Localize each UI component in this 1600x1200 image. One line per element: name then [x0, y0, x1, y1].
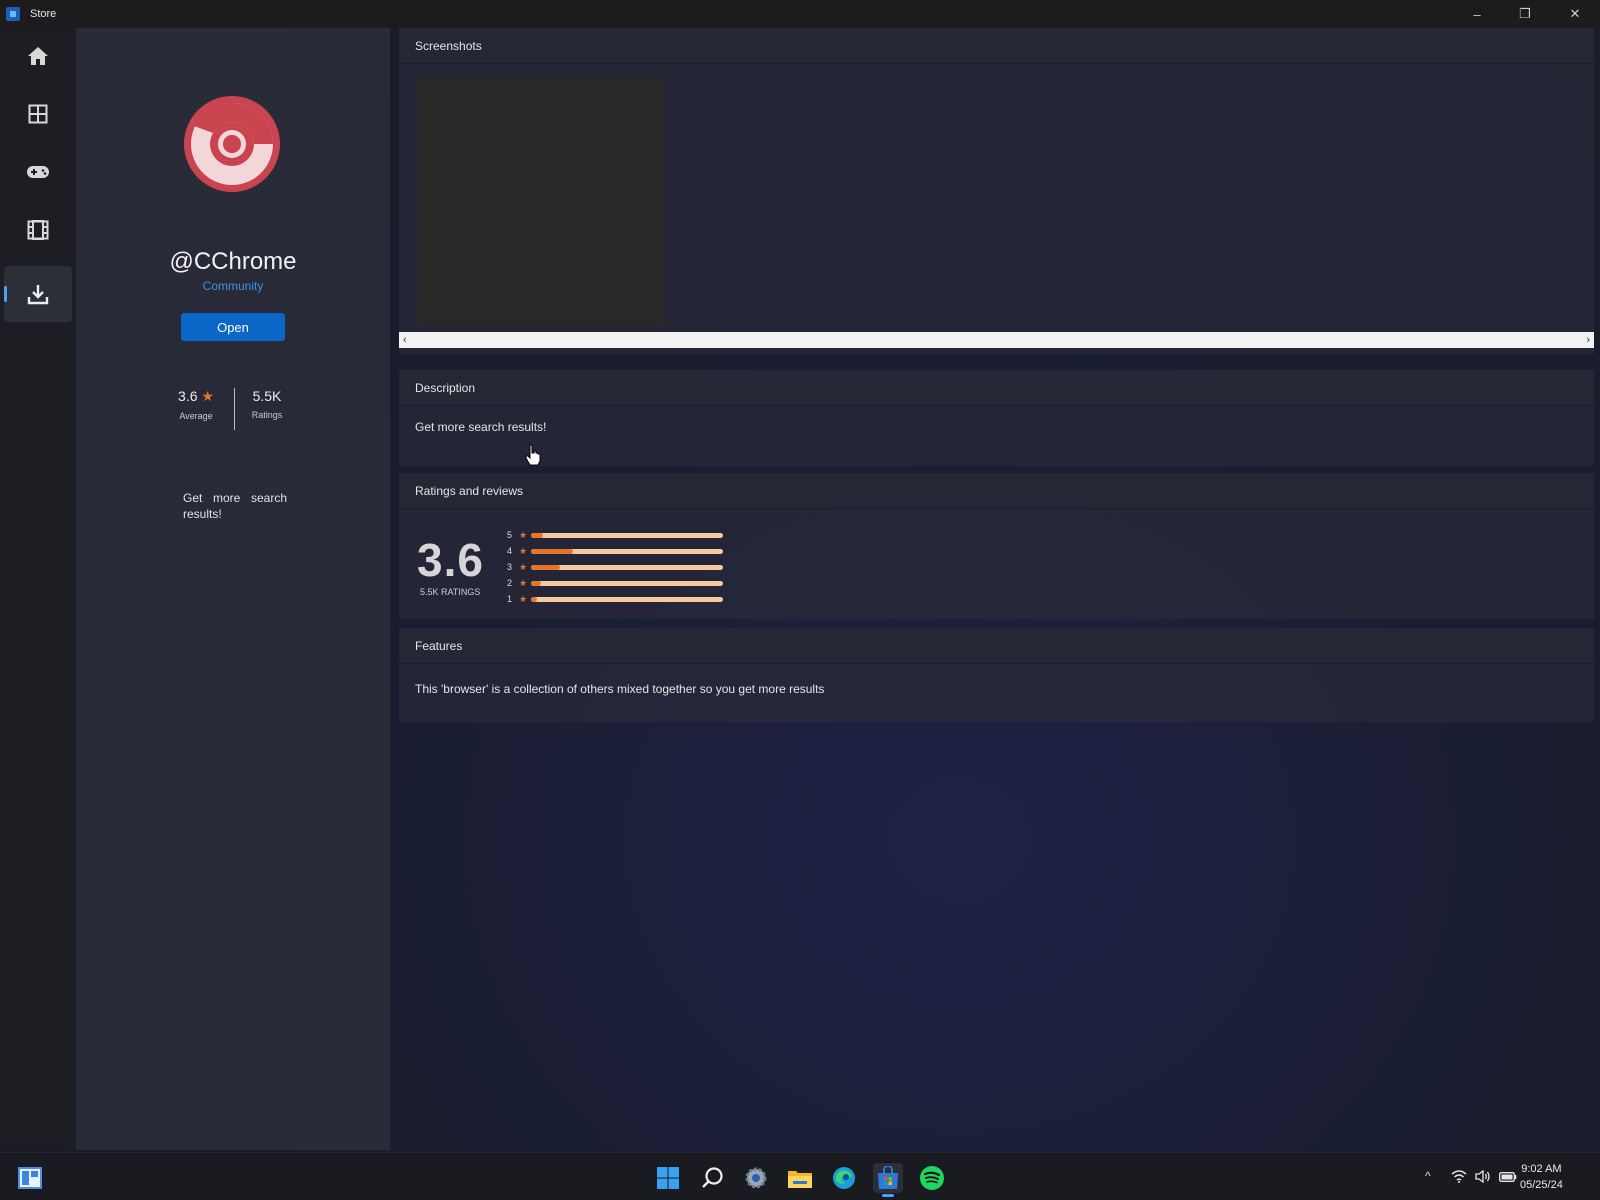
nav-library[interactable]	[4, 266, 72, 322]
description-section: Description Get more search results!	[399, 370, 1594, 466]
app-logo	[184, 96, 280, 192]
system-clock[interactable]: 9:02 AM 05/25/24	[1520, 1161, 1563, 1193]
rating-bar-stars-label: 2	[507, 578, 513, 588]
ratings-count-stat: 5.5K Ratings	[236, 388, 298, 420]
close-button[interactable]: ✕	[1552, 0, 1598, 28]
nav-home[interactable]	[4, 28, 72, 84]
screenshot-thumbnail[interactable]	[417, 76, 663, 326]
rating-bar-stars-label: 4	[507, 546, 513, 556]
spotify-button[interactable]	[917, 1163, 947, 1193]
home-icon	[28, 47, 48, 65]
publisher-link[interactable]: Community	[76, 279, 390, 293]
open-button[interactable]: Open	[181, 313, 285, 341]
rating-bar-track	[531, 548, 723, 554]
star-icon: ★	[518, 577, 528, 588]
widgets-button[interactable]	[15, 1163, 45, 1193]
start-icon	[657, 1167, 679, 1189]
file-explorer-icon	[788, 1171, 812, 1188]
spotify-icon	[920, 1166, 944, 1190]
wifi-icon[interactable]	[1451, 1170, 1467, 1183]
movies-icon	[27, 220, 49, 240]
product-panel: @CChrome Community Open 3.6 ★ Average 5.…	[76, 28, 390, 1150]
screenshots-gallery	[399, 64, 1594, 360]
rating-bar-track	[531, 596, 723, 602]
features-section: Features This 'browser' is a collection …	[399, 628, 1594, 722]
star-icon: ★	[518, 561, 528, 572]
ratings-count-value: 5.5K	[252, 388, 282, 404]
ratings-count-caption: 5.5K RATINGS	[420, 587, 481, 597]
settings-button[interactable]	[741, 1163, 771, 1193]
taskbar: ^ 9:02 AM 05/25/24	[0, 1152, 1600, 1200]
star-icon: ★	[518, 545, 528, 556]
stat-divider	[234, 388, 235, 430]
star-icon: ★	[518, 529, 528, 540]
nav-apps[interactable]	[4, 86, 72, 142]
rating-bar-track	[531, 564, 723, 570]
volume-icon[interactable]	[1475, 1170, 1491, 1183]
rating-bar-fill	[531, 532, 543, 538]
search-button[interactable]	[698, 1163, 728, 1193]
average-rating-value: 3.6	[178, 388, 198, 404]
description-heading: Description	[399, 370, 1594, 406]
screenshots-section: Screenshots	[399, 28, 1594, 354]
rating-bar-fill	[531, 596, 537, 602]
screenshots-scrollbar[interactable]: ‹ ›	[399, 332, 1594, 348]
title-bar: Store – ❐ ✕	[0, 0, 1600, 28]
ratings-count-label: Ratings	[251, 410, 283, 420]
clock-time: 9:02 AM	[1521, 1163, 1562, 1175]
rating-bar-fill	[531, 580, 541, 586]
ratings-heading: Ratings and reviews	[399, 473, 1594, 509]
nav-movies[interactable]	[4, 202, 72, 258]
clock-date: 05/25/24	[1520, 1179, 1563, 1191]
file-explorer-button[interactable]	[785, 1163, 815, 1193]
app-name: @CChrome	[169, 248, 297, 275]
battery-icon[interactable]	[1499, 1172, 1517, 1182]
rating-bar-track	[531, 532, 723, 538]
features-heading: Features	[399, 628, 1594, 664]
rating-bar-row: 5 ★	[507, 527, 723, 543]
ratings-section: Ratings and reviews 3.6 5.5K RATINGS 5 ★ 4…	[399, 473, 1594, 619]
scroll-right-icon[interactable]: ›	[1586, 334, 1590, 346]
rating-bar-stars-label: 1	[507, 594, 513, 604]
description-text: Get more search results!	[415, 420, 547, 434]
rating-bar-row: 3 ★	[507, 559, 723, 575]
star-icon: ★	[518, 593, 528, 604]
gaming-icon	[27, 166, 49, 178]
features-text: This 'browser' is a collection of others…	[415, 682, 825, 696]
store-icon	[878, 1166, 898, 1189]
nav-rail	[0, 28, 74, 1148]
edge-icon	[833, 1167, 855, 1189]
nav-gaming[interactable]	[4, 144, 72, 200]
star-icon: ★	[201, 388, 214, 404]
rating-bar-row: 4 ★	[507, 543, 723, 559]
search-icon	[702, 1167, 723, 1188]
average-rating-label: Average	[179, 411, 213, 421]
ratings-big-value: 3.6	[417, 534, 484, 586]
rating-bar-row: 1 ★	[507, 591, 723, 607]
minimize-button[interactable]: –	[1454, 0, 1500, 28]
tray-chevron-icon[interactable]: ^	[1425, 1169, 1431, 1183]
scroll-left-icon[interactable]: ‹	[403, 334, 407, 346]
hand-cursor-icon	[525, 444, 541, 466]
screenshots-heading: Screenshots	[399, 28, 1594, 64]
rating-bar-stars-label: 5	[507, 530, 513, 540]
widgets-icon	[18, 1167, 42, 1189]
window-title: Store	[30, 8, 57, 20]
rating-bar-fill	[531, 548, 574, 554]
rating-bar-track	[531, 580, 723, 586]
rating-bar-stars-label: 3	[507, 562, 513, 572]
rating-bar-fill	[531, 564, 560, 570]
start-button[interactable]	[653, 1163, 683, 1193]
average-rating-stat: 3.6 ★ Average	[166, 388, 226, 421]
short-description: Get more search results!	[183, 491, 287, 521]
restore-button[interactable]: ❐	[1502, 0, 1548, 28]
rating-distribution: 5 ★ 4 ★ 3 ★ 2 ★ 1 ★	[507, 527, 723, 607]
settings-icon	[745, 1167, 767, 1189]
edge-button[interactable]	[829, 1163, 859, 1193]
library-icon	[27, 285, 49, 305]
rating-bar-row: 2 ★	[507, 575, 723, 591]
store-taskbar-button[interactable]	[873, 1163, 903, 1197]
apps-icon	[28, 104, 48, 124]
store-app-icon	[6, 7, 20, 21]
